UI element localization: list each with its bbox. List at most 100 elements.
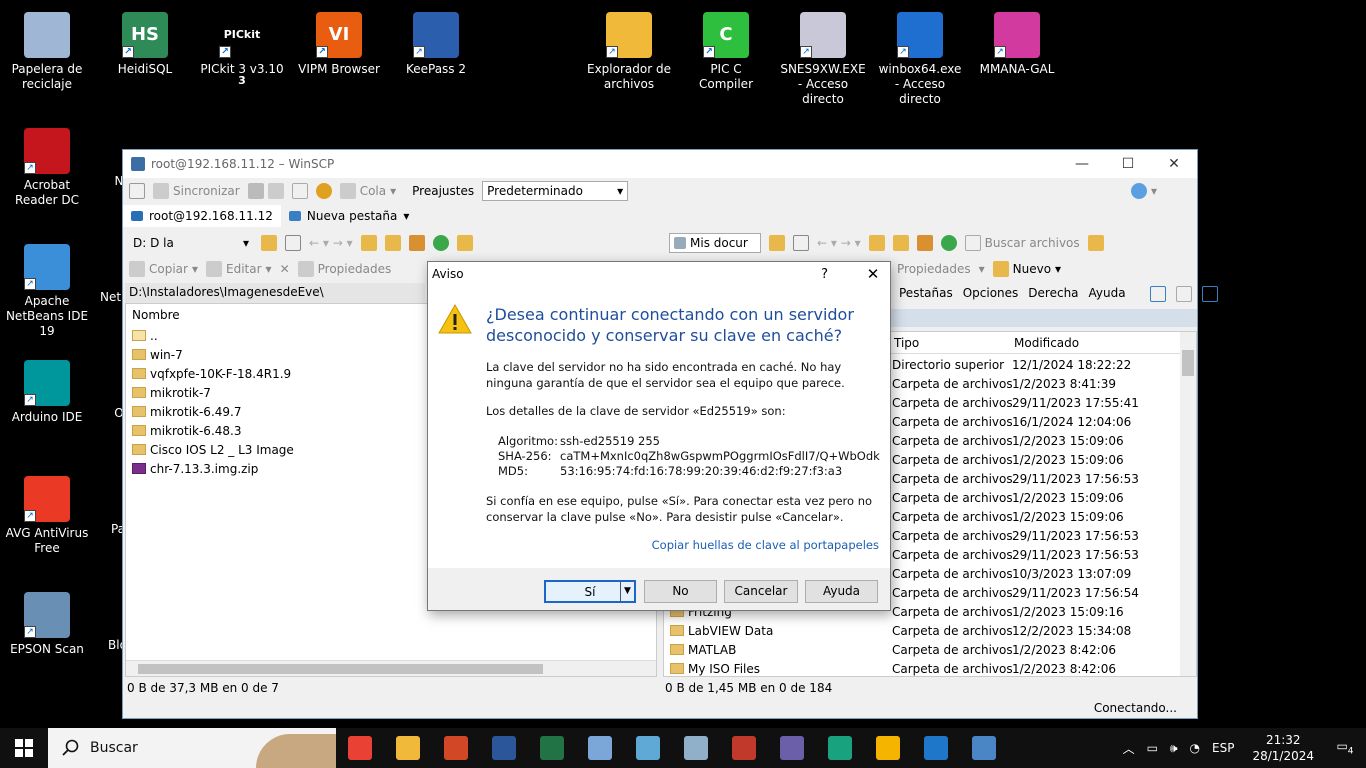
terminal-button[interactable] (247, 183, 284, 199)
left-path[interactable]: D:\Instaladores\ImagenesdeEve\ (125, 283, 425, 303)
taskbar-app-app-purple[interactable] (768, 728, 816, 768)
sync-button[interactable]: Sincronizar (153, 183, 240, 199)
desktop-shortcut[interactable]: C ↗ PIC C Compiler (682, 6, 770, 92)
refresh-session-button[interactable] (291, 183, 308, 199)
root-dir-icon[interactable] (384, 235, 401, 251)
yes-button[interactable]: Sí ▼ (544, 580, 636, 603)
col-modified[interactable]: Modificado (1008, 336, 1079, 350)
no-button[interactable]: No (644, 580, 717, 603)
delete-icon[interactable]: ✕ (280, 262, 290, 276)
volume-icon[interactable]: 🕪 (1170, 741, 1178, 756)
menu-tabs[interactable]: Pestañas (899, 286, 953, 302)
cancel-button[interactable]: Cancelar (724, 580, 798, 603)
left-drive-select[interactable]: D: D la ▾ (129, 233, 253, 253)
add-icon[interactable] (1149, 286, 1166, 302)
desktop-shortcut[interactable]: Papelera de reciclaje (3, 6, 91, 92)
taskbar-app-virtualbox[interactable] (912, 728, 960, 768)
desktop-shortcut[interactable]: ↗ SNES9XW.EXE - Acceso directo (779, 6, 867, 107)
refresh-icon[interactable] (432, 235, 449, 251)
desktop-shortcut[interactable]: ↗ Arduino IDE (3, 354, 91, 425)
taskbar-app-notes[interactable] (624, 728, 672, 768)
taskbar-app-excel[interactable] (528, 728, 576, 768)
search-files-button[interactable]: Buscar archivos (964, 235, 1080, 251)
battery-icon[interactable]: ▭ (1147, 741, 1158, 755)
right-vscrollbar[interactable] (1180, 332, 1196, 676)
desktop-shortcut[interactable]: VI ↗ VIPM Browser (295, 6, 383, 77)
parent-dir-icon[interactable] (868, 235, 885, 251)
taskbar-app-word[interactable] (480, 728, 528, 768)
taskbar-app-powerpoint[interactable] (432, 728, 480, 768)
desktop-shortcut[interactable]: ↗ Explorador de archivos (585, 6, 673, 92)
copy-fingerprints-link[interactable]: Copiar huellas de clave al portapapeles (652, 538, 879, 552)
col-name[interactable]: Nombre (126, 308, 180, 322)
copy-button[interactable]: Copiar ▾ (129, 261, 198, 277)
file-row[interactable]: MATLAB Carpeta de archivos 1/2/2023 8:42:0… (664, 640, 1180, 659)
notifications-button[interactable]: ▭4 (1332, 739, 1358, 756)
tab-session[interactable]: root@192.168.11.12 (123, 205, 281, 227)
collapse-icon[interactable] (1201, 286, 1218, 302)
remove-icon[interactable] (1175, 286, 1192, 302)
maximize-button[interactable]: ☐ (1105, 156, 1151, 172)
taskbar-app-app-red[interactable] (720, 728, 768, 768)
right-location-select[interactable]: Mis docur (669, 233, 761, 253)
filter-icon[interactable] (285, 235, 301, 251)
dialog-titlebar[interactable]: Aviso ? ✕ (428, 262, 890, 286)
left-hscrollbar[interactable] (126, 660, 656, 676)
open-folder-icon[interactable] (769, 235, 785, 251)
globe-button[interactable]: ▾ (1130, 183, 1157, 199)
network-icon[interactable]: ◔ (1190, 741, 1200, 755)
edit-button[interactable]: Editar ▾ (206, 261, 272, 277)
help-button[interactable]: Ayuda (805, 580, 878, 603)
language-indicator[interactable]: ESP (1212, 741, 1234, 755)
clock[interactable]: 21:32 28/1/2024 (1252, 732, 1314, 764)
taskbar-app-chromium[interactable] (864, 728, 912, 768)
right-properties-label[interactable]: Propiedades (897, 262, 971, 276)
close-window-button[interactable]: ✕ (1151, 156, 1197, 172)
desktop-shortcut[interactable]: ↗ winbox64.exe - Acceso directo (876, 6, 964, 107)
desktop-shortcut[interactable]: PICkit 3↗PICkit 3 v3.10 (198, 6, 286, 87)
winscp-titlebar[interactable]: root@192.168.11.12 – WinSCP — ☐ ✕ (123, 150, 1197, 178)
dialog-help-button[interactable]: ? (821, 267, 828, 282)
minimize-button[interactable]: — (1059, 156, 1105, 172)
back-forward-icons[interactable]: ← ▾ → ▾ (309, 236, 353, 250)
file-row[interactable]: My ISO Files Carpeta de archivos 1/2/2023 … (664, 659, 1180, 676)
filter-icon[interactable] (793, 235, 809, 251)
taskbar-app-chrome[interactable] (336, 728, 384, 768)
right-vscroll-thumb[interactable] (1182, 350, 1194, 376)
dialog-close-button[interactable]: ✕ (856, 265, 890, 283)
menu-options[interactable]: Opciones (963, 286, 1019, 302)
col-type[interactable]: Tipo (888, 336, 919, 350)
root-dir-icon[interactable] (892, 235, 909, 251)
chevron-down-icon[interactable]: ▼ (620, 582, 634, 601)
desktop-shortcut[interactable]: ↗ EPSON Scan (3, 586, 91, 657)
desktop-shortcut[interactable]: HS ↗ HeidiSQL (101, 6, 189, 77)
taskbar-app-app-green[interactable] (816, 728, 864, 768)
taskbar-app-monitor[interactable] (672, 728, 720, 768)
desktop-shortcut[interactable]: ↗ AVG AntiVirus Free (3, 470, 91, 556)
queue-button[interactable]: Cola ▾ (339, 183, 396, 199)
file-row[interactable]: LabVIEW Data Carpeta de archivos 12/2/2023… (664, 621, 1180, 640)
refresh-icon[interactable] (940, 235, 957, 251)
desktop-shortcut[interactable]: ↗ KeePass 2 (392, 6, 480, 77)
parent-dir-icon[interactable] (360, 235, 377, 251)
desktop-shortcut[interactable]: ↗ Apache NetBeans IDE 19 (3, 238, 91, 339)
desktop-shortcut[interactable]: ↗ Acrobat Reader DC (3, 122, 91, 208)
open-folder-icon[interactable] (261, 235, 277, 251)
taskbar-app-winscp[interactable] (960, 728, 1008, 768)
menu-help[interactable]: Ayuda (1089, 286, 1126, 302)
back-forward-icons[interactable]: ← ▾ → ▾ (817, 236, 861, 250)
taskbar-app-explorer[interactable] (384, 728, 432, 768)
start-button[interactable] (0, 728, 48, 768)
left-hscroll-thumb[interactable] (138, 664, 543, 674)
find-icon[interactable] (456, 235, 473, 251)
chevron-up-icon[interactable]: ︿ (1123, 740, 1135, 757)
compare-button[interactable] (129, 183, 145, 199)
desktop-shortcut[interactable]: ↗ MMANA-GAL (973, 6, 1061, 77)
taskbar-app-paint[interactable] (576, 728, 624, 768)
new-button[interactable]: Nuevo ▾ (992, 261, 1061, 277)
presets-select[interactable]: Predeterminado ▾ (482, 181, 629, 201)
preferences-button[interactable] (315, 183, 332, 199)
find-icon[interactable] (1087, 235, 1104, 251)
properties-button[interactable]: Propiedades (297, 261, 391, 277)
taskbar-search[interactable]: Buscar (48, 728, 336, 768)
